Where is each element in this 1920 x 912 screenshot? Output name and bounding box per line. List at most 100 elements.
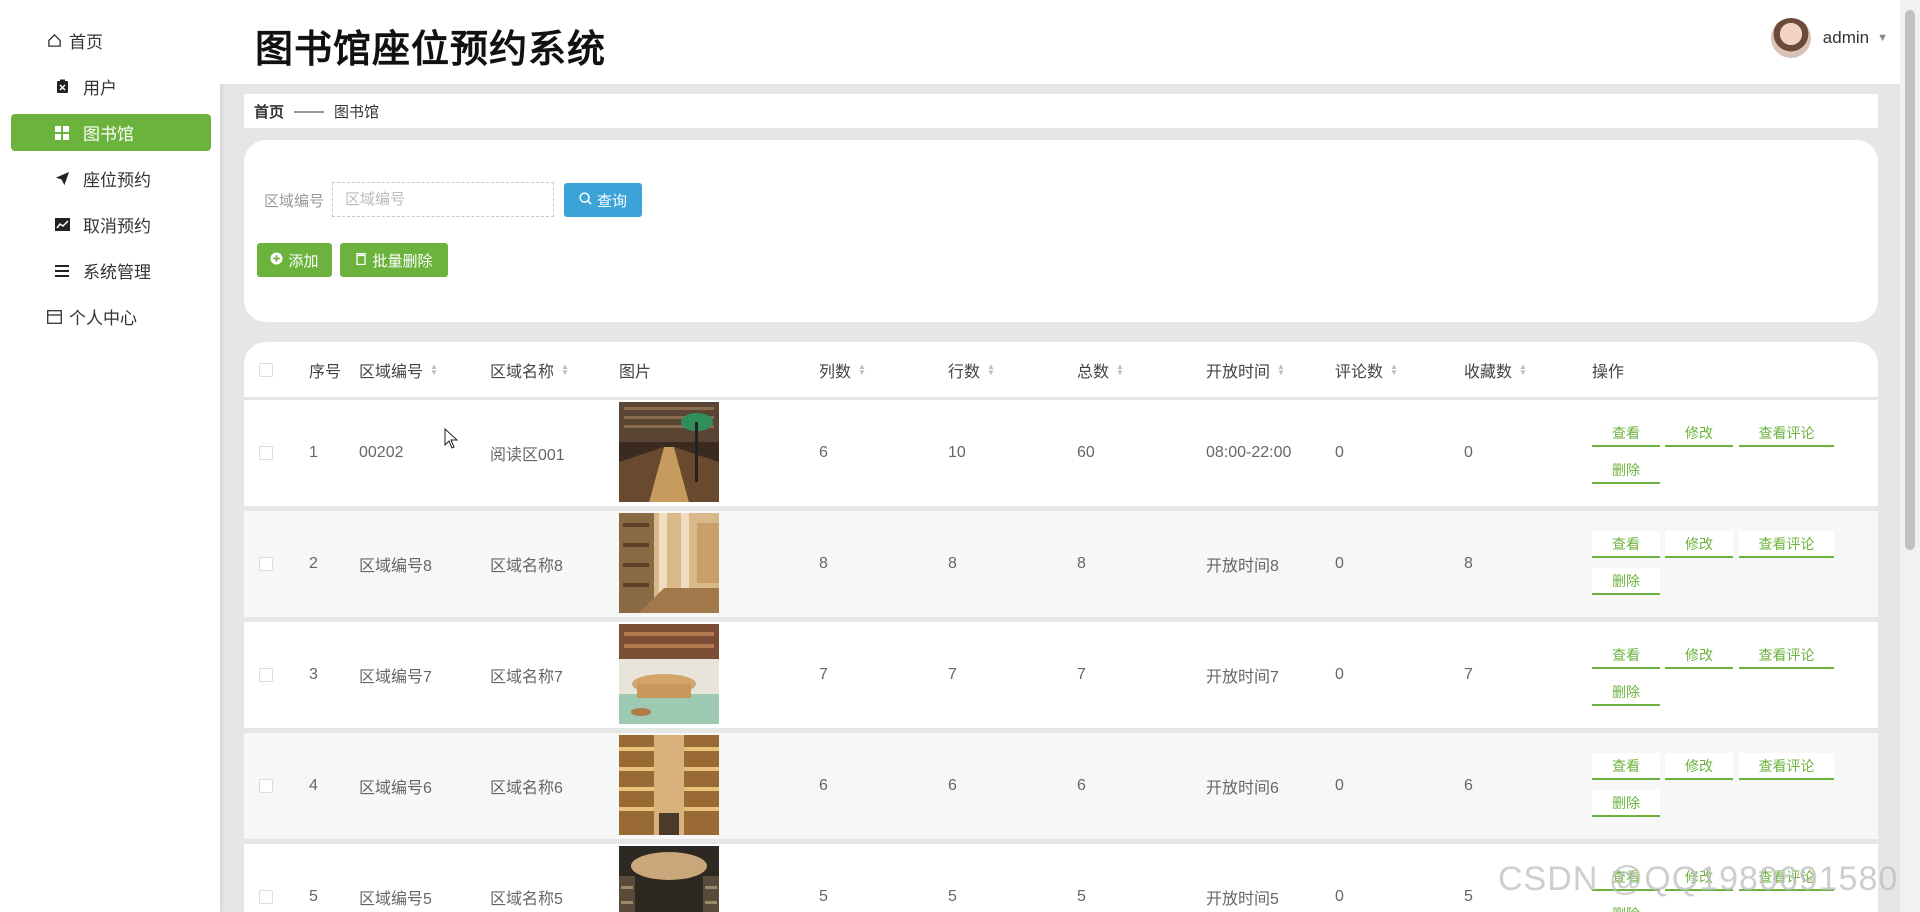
select-all-checkbox[interactable] [259,363,273,377]
view-button[interactable]: 查看 [1592,753,1660,780]
cell-open-time: 开放时间7 [1206,669,1279,686]
column-header-actions: 操作 [1592,342,1624,397]
data-table: 序号 区域编号 ▲ ▼ 区域名称 ▲ ▼ 图片 列数 ▲ ▼ 行数 ▲ ▼ 总数 ▲ ▼ 开放时间 ▲… [244,342,1878,912]
column-header-area-code[interactable]: 区域编号 ▲ ▼ [359,342,438,397]
delete-button[interactable]: 删除 [1592,679,1660,706]
sidebar-item-label: 座位预约 [83,171,151,190]
sidebar-item-label: 用户 [83,79,117,98]
area-code-search-input[interactable] [332,182,554,217]
column-header-label: 序号 [309,363,342,381]
search-label: 区域编号 [264,193,325,210]
row-checkbox[interactable] [259,557,273,571]
row-checkbox[interactable] [259,890,273,904]
cell-rows: 5 [948,888,957,905]
delete-button[interactable]: 删除 [1592,901,1660,912]
view-comments-button[interactable]: 查看评论 [1739,420,1834,447]
sidebar-item-library[interactable]: 图书馆 [11,114,211,151]
cell-area-code: 区域编号8 [359,558,432,575]
table-row: 2 区域编号8 区域名称8 8 8 8 开放时间8 0 8 查看 修改 查看评论… [244,511,1878,617]
sidebar-item-seat-reservation[interactable]: 座位预约 [11,160,211,197]
sort-icon[interactable]: ▲ ▼ [1116,362,1124,376]
sort-icon[interactable]: ▲ ▼ [430,362,438,376]
cell-open-time: 08:00-22:00 [1206,444,1292,461]
column-header-comments[interactable]: 评论数 ▲ ▼ [1335,342,1398,397]
cell-index: 3 [309,666,318,683]
library-thumbnail-image [619,735,719,835]
sidebar-item-cancel-reservation[interactable]: 取消预约 [11,206,211,243]
delete-button[interactable]: 删除 [1592,568,1660,595]
sidebar-item-home[interactable]: 首页 [11,22,211,59]
column-header-label: 行数 [948,363,981,381]
batch-delete-button[interactable]: 批量删除 [340,243,448,277]
sort-icon[interactable]: ▲ ▼ [987,362,995,376]
cell-area-name: 区域名称7 [490,669,563,686]
column-header-open-time[interactable]: 开放时间 ▲ ▼ [1206,342,1285,397]
cell-favorites: 5 [1464,888,1473,905]
delete-button[interactable]: 删除 [1592,457,1660,484]
sidebar-item-personal-center[interactable]: 个人中心 [11,298,211,335]
column-header-area-name[interactable]: 区域名称 ▲ ▼ [490,342,569,397]
cell-area-code: 区域编号5 [359,891,432,908]
library-thumbnail-image [619,624,719,724]
sort-icon[interactable]: ▲ ▼ [561,362,569,376]
column-header-label: 图片 [619,363,652,381]
edit-button[interactable]: 修改 [1665,531,1733,558]
column-header-label: 区域编号 [359,363,424,381]
column-header-image: 图片 [619,342,651,397]
edit-button[interactable]: 修改 [1665,753,1733,780]
sidebar-item-users[interactable]: 用户 [11,68,211,105]
edit-button[interactable]: 修改 [1665,642,1733,669]
cell-comments: 0 [1335,555,1344,572]
cell-area-code: 区域编号7 [359,669,432,686]
cell-favorites: 6 [1464,777,1473,794]
cell-columns: 7 [819,666,828,683]
breadcrumb-home[interactable]: 首页 [254,101,284,122]
view-button[interactable]: 查看 [1592,420,1660,447]
cell-open-time: 开放时间6 [1206,780,1279,797]
view-button[interactable]: 查看 [1592,642,1660,669]
cell-rows: 6 [948,777,957,794]
scrollbar-thumb[interactable] [1905,10,1915,550]
user-menu[interactable]: admin ▼ [1770,18,1888,58]
add-button[interactable]: 添加 [257,243,332,277]
cell-rows: 7 [948,666,957,683]
cell-area-name: 阅读区001 [490,447,565,464]
avatar[interactable] [1770,18,1811,58]
column-header-rows[interactable]: 行数 ▲ ▼ [948,342,995,397]
header: 图书馆座位预约系统 admin ▼ [220,0,1900,84]
column-header-label: 操作 [1592,363,1625,381]
sort-icon[interactable]: ▲ ▼ [858,362,866,376]
sort-icon[interactable]: ▲ ▼ [1519,362,1527,376]
cell-area-code: 00202 [359,444,404,461]
sidebar-item-system-management[interactable]: 系统管理 [11,252,211,289]
view-comments-button[interactable]: 查看评论 [1739,753,1834,780]
mouse-cursor-icon [444,428,459,449]
view-comments-button[interactable]: 查看评论 [1739,531,1834,558]
sort-icon[interactable]: ▲ ▼ [1277,362,1285,376]
library-thumbnail-image [619,513,719,613]
edit-button[interactable]: 修改 [1665,420,1733,447]
cell-columns: 8 [819,555,828,572]
column-header-label: 总数 [1077,363,1110,381]
column-header-favorites[interactable]: 收藏数 ▲ ▼ [1464,342,1527,397]
cell-comments: 0 [1335,666,1344,683]
column-header-label: 开放时间 [1206,363,1271,381]
cell-rows: 8 [948,555,957,572]
row-checkbox[interactable] [259,668,273,682]
column-header-total[interactable]: 总数 ▲ ▼ [1077,342,1124,397]
cell-columns: 6 [819,444,828,461]
column-header-label: 列数 [819,363,852,381]
row-checkbox[interactable] [259,446,273,460]
cell-total: 8 [1077,555,1086,572]
column-header-label: 评论数 [1335,363,1384,381]
page-scrollbar[interactable] [1900,0,1920,912]
cell-favorites: 7 [1464,666,1473,683]
delete-button[interactable]: 删除 [1592,790,1660,817]
column-header-index: 序号 [309,342,341,397]
sort-icon[interactable]: ▲ ▼ [1390,362,1398,376]
view-comments-button[interactable]: 查看评论 [1739,642,1834,669]
column-header-columns[interactable]: 列数 ▲ ▼ [819,342,866,397]
query-button[interactable]: 查询 [564,183,642,217]
row-checkbox[interactable] [259,779,273,793]
view-button[interactable]: 查看 [1592,531,1660,558]
